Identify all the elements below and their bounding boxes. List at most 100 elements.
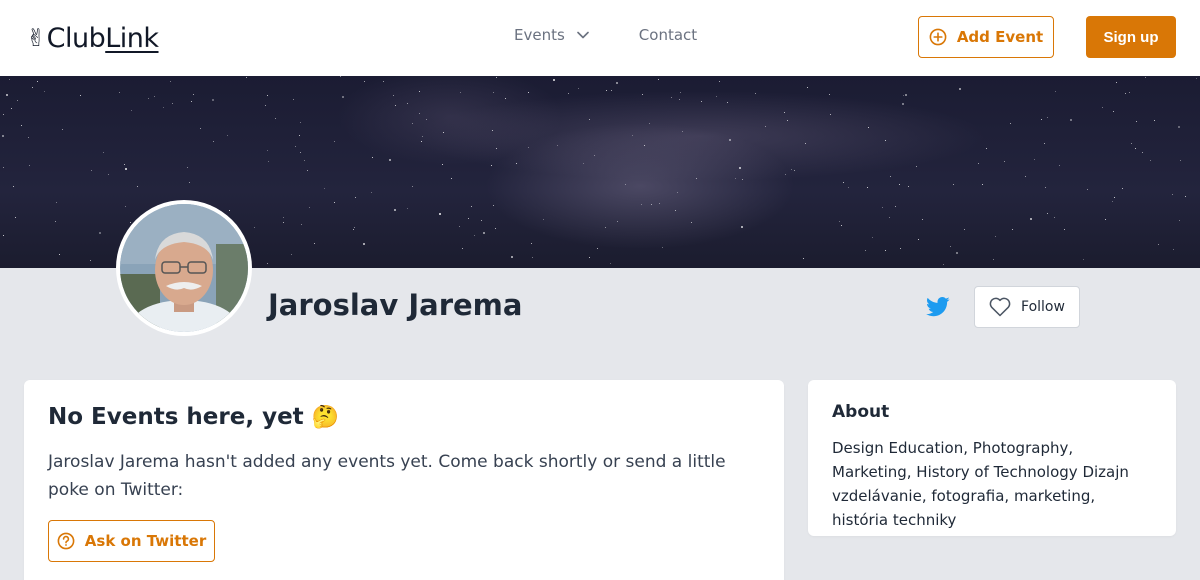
banner-star bbox=[651, 204, 652, 205]
banner-star bbox=[301, 224, 302, 225]
banner-star bbox=[1114, 197, 1115, 198]
banner-star bbox=[1041, 119, 1042, 120]
banner-star bbox=[900, 248, 901, 249]
banner-star bbox=[426, 119, 427, 120]
banner-star bbox=[616, 82, 618, 84]
about-text: Design Education, Photography, Marketing… bbox=[832, 439, 1129, 529]
banner-star bbox=[803, 258, 804, 259]
banner-star bbox=[154, 96, 155, 97]
banner-star bbox=[516, 163, 517, 164]
banner-star bbox=[13, 186, 14, 187]
main-nav: Events Contact bbox=[514, 26, 697, 44]
banner-star bbox=[15, 217, 16, 218]
banner-star bbox=[784, 112, 785, 113]
banner-star bbox=[611, 90, 612, 91]
banner-star bbox=[91, 170, 92, 171]
banner-star bbox=[1135, 148, 1136, 149]
banner-star bbox=[890, 176, 891, 177]
banner-star bbox=[841, 225, 842, 226]
banner-star bbox=[691, 222, 692, 223]
sign-up-button[interactable]: Sign up bbox=[1086, 16, 1176, 58]
nav-contact-link[interactable]: Contact bbox=[639, 26, 697, 44]
twitter-icon[interactable] bbox=[926, 296, 950, 318]
ask-on-twitter-button[interactable]: Ask on Twitter bbox=[48, 520, 215, 562]
banner-star bbox=[422, 136, 423, 137]
banner-star bbox=[553, 79, 555, 81]
banner-star bbox=[172, 103, 173, 104]
chevron-down-icon bbox=[576, 31, 589, 39]
banner-star bbox=[307, 170, 308, 171]
banner-star bbox=[696, 178, 697, 179]
banner-star bbox=[739, 167, 741, 169]
banner-star bbox=[905, 94, 907, 96]
banner-star bbox=[597, 248, 598, 249]
banner-star bbox=[227, 135, 228, 136]
banner-star bbox=[119, 92, 120, 93]
events-title-text: No Events here, yet bbox=[48, 404, 304, 430]
banner-star bbox=[791, 169, 792, 170]
banner-star bbox=[649, 123, 650, 124]
banner-star bbox=[882, 207, 883, 208]
banner-star bbox=[212, 99, 214, 101]
banner-star bbox=[1136, 121, 1137, 122]
banner-star bbox=[1087, 189, 1088, 190]
site-header: ✌ Club Link Events Contact Add Event Sign… bbox=[0, 0, 1200, 76]
banner-star bbox=[131, 110, 132, 111]
follow-button[interactable]: Follow bbox=[974, 286, 1080, 328]
banner-star bbox=[340, 76, 341, 77]
banner-star bbox=[1055, 91, 1056, 92]
banner-star bbox=[1047, 117, 1048, 118]
question-circle-icon bbox=[57, 532, 75, 550]
banner-star bbox=[268, 161, 269, 162]
banner-star bbox=[334, 202, 335, 203]
banner-star bbox=[419, 113, 420, 114]
banner-star bbox=[56, 202, 57, 203]
banner-star bbox=[193, 94, 194, 95]
banner-star bbox=[995, 236, 996, 237]
banner-star bbox=[659, 203, 660, 204]
banner-star bbox=[727, 102, 728, 103]
banner-star bbox=[807, 87, 808, 88]
banner-star bbox=[468, 218, 469, 219]
banner-star bbox=[1116, 82, 1117, 83]
banner-star bbox=[495, 228, 496, 229]
banner-star bbox=[407, 208, 408, 209]
banner-star bbox=[189, 182, 190, 183]
banner-star bbox=[170, 81, 171, 82]
add-event-button[interactable]: Add Event bbox=[918, 16, 1054, 58]
banner-star bbox=[493, 92, 494, 93]
banner-star bbox=[505, 98, 506, 99]
banner-star bbox=[62, 129, 63, 130]
banner-star bbox=[528, 92, 529, 93]
banner-star bbox=[606, 90, 607, 91]
banner-star bbox=[442, 164, 443, 165]
banner-star bbox=[843, 182, 844, 183]
banner-star bbox=[471, 206, 472, 207]
heart-icon bbox=[989, 297, 1011, 317]
banner-star bbox=[314, 243, 315, 244]
banner-star bbox=[299, 135, 300, 136]
banner-star bbox=[148, 98, 149, 99]
banner-star bbox=[90, 260, 91, 261]
about-card: About Design Education, Photography, Mar… bbox=[808, 380, 1176, 536]
banner-star bbox=[589, 257, 590, 258]
banner-star bbox=[460, 92, 461, 93]
banner-star bbox=[1059, 165, 1060, 166]
banner-star bbox=[1154, 120, 1155, 121]
banner-star bbox=[1185, 196, 1186, 197]
banner-star bbox=[805, 143, 806, 144]
banner-star bbox=[124, 164, 125, 165]
banner-star bbox=[2, 135, 4, 137]
clublink-logo[interactable]: ✌ Club Link bbox=[26, 22, 159, 54]
banner-star bbox=[829, 94, 830, 95]
banner-star bbox=[1178, 126, 1180, 128]
banner-star bbox=[353, 229, 354, 230]
banner-star bbox=[1054, 217, 1055, 218]
banner-star bbox=[300, 122, 301, 123]
banner-star bbox=[293, 99, 294, 100]
banner-star bbox=[885, 250, 886, 251]
nav-events-dropdown[interactable]: Events bbox=[514, 26, 589, 44]
banner-star bbox=[304, 160, 305, 161]
nav-contact-label: Contact bbox=[638, 26, 698, 44]
banner-star bbox=[37, 81, 38, 82]
